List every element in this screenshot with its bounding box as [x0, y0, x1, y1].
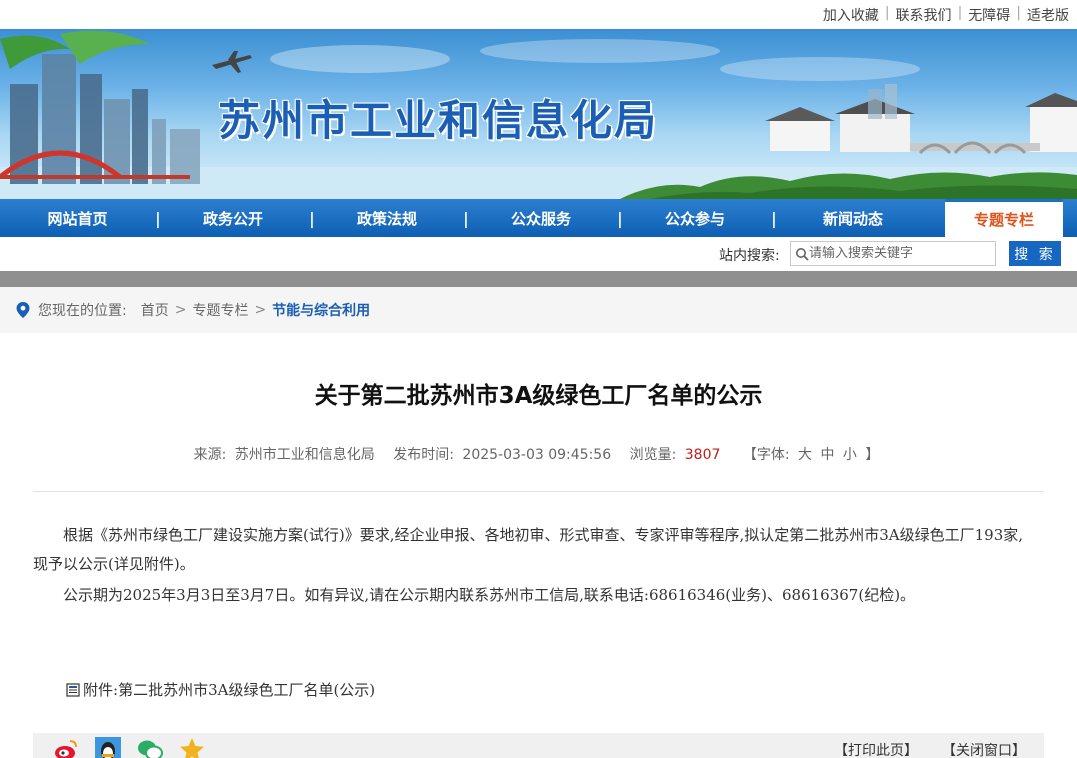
source-value: 苏州市工业和信息化局	[234, 447, 375, 463]
main-nav: 网站首页 | 政务公开 | 政策法规 | 公众服务 | 公众参与 | 新闻动态 …	[0, 199, 1077, 237]
nav-policies[interactable]: 政策法规	[311, 199, 463, 237]
font-size-label: 【字体:	[742, 447, 790, 463]
time-value: 2025-03-03 09:45:56	[462, 447, 612, 463]
accessibility-link[interactable]: 无障碍	[968, 5, 1010, 25]
nav-public-services[interactable]: 公众服务	[465, 199, 617, 237]
attachment: 附件: 第二批苏州市3A级绿色工厂名单(公示)	[66, 679, 375, 700]
font-size-medium[interactable]: 中	[820, 447, 834, 463]
article-paragraph: 公示期为2025年3月3日至3月7日。如有异议,请在公示期内联系苏州市工信局,联…	[63, 586, 916, 604]
nav-home[interactable]: 网站首页	[0, 199, 155, 237]
article-meta: 来源: 苏州市工业和信息化局 发布时间: 2025-03-03 09:45:56…	[0, 444, 1077, 464]
time-label: 发布时间:	[393, 447, 454, 463]
close-window-link[interactable]: 【关闭窗口】	[942, 740, 1026, 758]
top-utility-bar: 加入收藏 | 联系我们 | 无障碍 | 适老版	[0, 0, 1077, 29]
nav-public-participation[interactable]: 公众参与	[619, 199, 771, 237]
weibo-icon[interactable]	[53, 737, 79, 758]
breadcrumb-arrow: >	[254, 302, 267, 318]
divider-bar	[0, 271, 1077, 287]
wechat-icon[interactable]	[137, 737, 163, 758]
article-toolbar: 【打印此页】 【关闭窗口】	[33, 733, 1044, 758]
attachment-label: 附件:	[83, 681, 119, 699]
font-size-end: 】	[865, 447, 880, 463]
search-box	[790, 241, 996, 266]
source-label: 来源:	[193, 447, 227, 463]
separator: |	[884, 5, 890, 21]
attachment-link[interactable]: 第二批苏州市3A级绿色工厂名单(公示)	[118, 679, 375, 700]
share-icons	[53, 737, 221, 758]
search-icon	[796, 247, 809, 261]
search-label: 站内搜索:	[719, 248, 780, 264]
breadcrumb-special-topics[interactable]: 专题专栏	[192, 300, 248, 320]
nav-news[interactable]: 新闻动态	[773, 199, 933, 237]
article-title: 关于第二批苏州市3A级绿色工厂名单的公示	[314, 383, 763, 409]
print-page-link[interactable]: 【打印此页】	[834, 740, 918, 758]
qq-icon[interactable]	[95, 737, 121, 758]
search-row: 站内搜索: 搜 索	[0, 237, 1077, 271]
site-title: 苏州市工业和信息化局	[218, 96, 659, 145]
views-label: 浏览量:	[629, 447, 677, 463]
breadcrumb-home[interactable]: 首页	[141, 300, 169, 320]
document-icon	[66, 682, 80, 697]
favorite-star-icon[interactable]	[179, 737, 205, 758]
separator: |	[1016, 5, 1021, 21]
breadcrumb-prefix: 您现在的位置:	[38, 303, 127, 319]
font-size-large[interactable]: 大	[798, 447, 812, 463]
search-input[interactable]	[809, 246, 989, 261]
nav-government-affairs[interactable]: 政务公开	[157, 199, 309, 237]
breadcrumb-current[interactable]: 节能与综合利用	[272, 300, 370, 320]
elderly-mode-link[interactable]: 适老版	[1027, 5, 1069, 25]
article-paragraph: 根据《苏州市绿色工厂建设实施方案(试行)》要求,经企业申报、各地初审、形式审查、…	[33, 526, 1024, 573]
breadcrumb: 您现在的位置: 首页 > 专题专栏 > 节能与综合利用	[0, 287, 1077, 333]
article-divider	[33, 491, 1044, 492]
search-button[interactable]: 搜 索	[1009, 241, 1061, 266]
add-favorite-link[interactable]: 加入收藏	[823, 5, 879, 25]
breadcrumb-arrow: >	[174, 302, 187, 318]
toolbar-links: 【打印此页】 【关闭窗口】	[810, 740, 1026, 758]
nav-special-topics[interactable]: 专题专栏	[945, 199, 1063, 237]
location-pin-icon	[16, 302, 30, 318]
site-banner: 苏州市工业和信息化局	[0, 29, 1077, 199]
font-size-small[interactable]: 小	[843, 447, 857, 463]
separator: |	[957, 5, 963, 21]
views-count: 3807	[684, 447, 721, 463]
top-links: 加入收藏 | 联系我们 | 无障碍 | 适老版	[823, 5, 1069, 25]
article-body: 根据《苏州市绿色工厂建设实施方案(试行)》要求,经企业申报、各地初审、形式审查、…	[33, 521, 1033, 612]
contact-us-link[interactable]: 联系我们	[896, 5, 952, 25]
